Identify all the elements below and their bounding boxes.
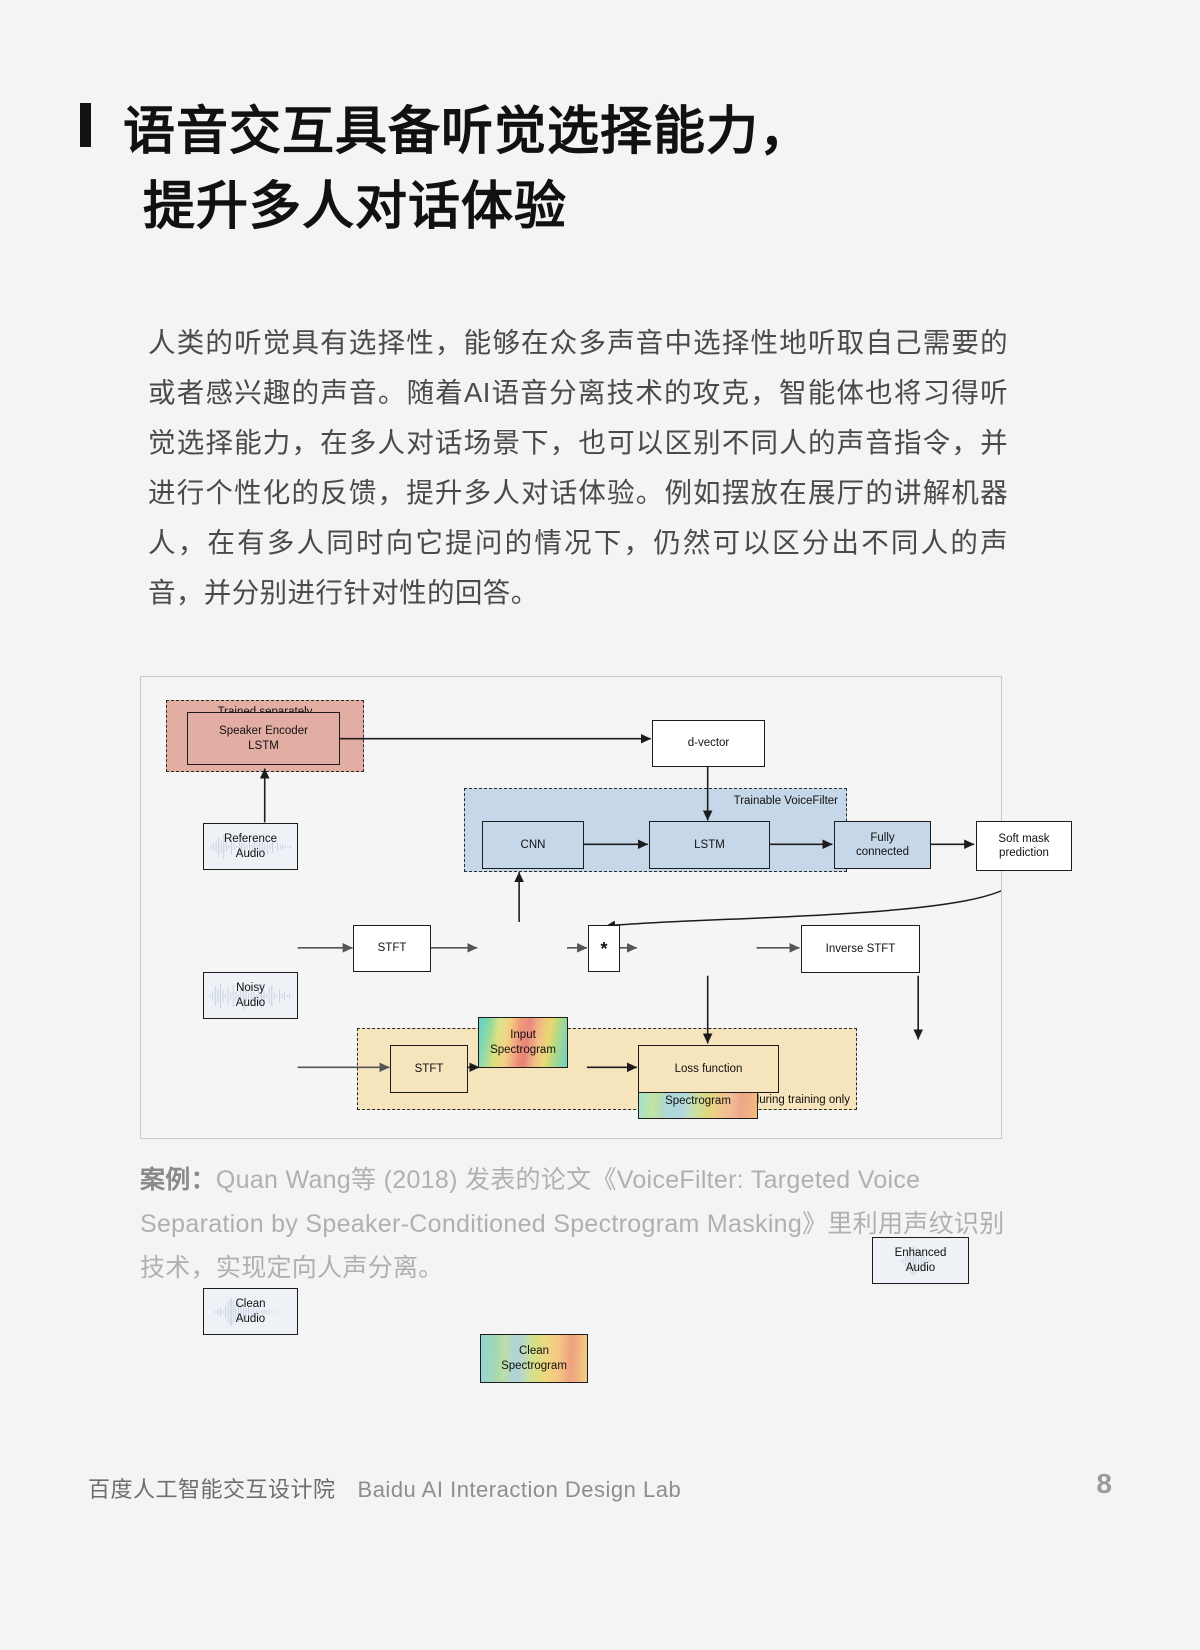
node-noisy-audio-label: Noisy Audio: [236, 981, 265, 1009]
footer-cn: 百度人工智能交互设计院: [88, 1477, 336, 1502]
enhanced-audio-line2: Audio: [905, 1261, 936, 1274]
node-d-vector[interactable]: d-vector: [652, 720, 765, 767]
reference-audio-line1: Reference: [223, 833, 278, 846]
node-soft-mask-prediction[interactable]: Soft mask prediction: [976, 821, 1072, 871]
node-reference-audio[interactable]: Reference Audio: [203, 823, 298, 870]
node-loss-function-label: Loss function: [674, 1062, 743, 1075]
node-cnn-label: CNN: [520, 838, 546, 851]
footer: 百度人工智能交互设计院 Baidu AI Interaction Design …: [88, 1472, 681, 1504]
node-fully-connected-label: Fully connected: [856, 831, 909, 859]
noisy-audio-line1: Noisy: [236, 982, 265, 995]
node-stft-bottom-label: STFT: [414, 1062, 444, 1075]
page-number: 8: [1096, 1468, 1112, 1499]
reference-audio-line2: Audio: [235, 847, 266, 860]
soft-mask-line2: prediction: [999, 847, 1049, 859]
soft-mask-line1: Soft mask: [998, 832, 1050, 845]
node-lstm[interactable]: LSTM: [649, 821, 770, 869]
node-enhanced-audio[interactable]: Enhanced Audio: [872, 1237, 969, 1284]
title-line-1-row: 语音交互具备听觉选择能力，: [80, 95, 1080, 170]
input-spectrogram-line1: Input: [510, 1029, 536, 1042]
footer-en: Baidu AI Interaction Design Lab: [357, 1477, 682, 1502]
node-cnn[interactable]: CNN: [482, 821, 584, 869]
input-spectrogram-line2: Spectrogram: [490, 1043, 556, 1056]
body-paragraph: 人类的听觉具有选择性，能够在众多声音中选择性地听取自己需要的或者感兴趣的声音。随…: [148, 327, 1008, 608]
node-clean-audio-label: Clean Audio: [235, 1297, 265, 1325]
node-enhanced-audio-label: Enhanced Audio: [895, 1246, 947, 1274]
masked-spectrogram-line2: Spectrogram: [665, 1094, 731, 1107]
clean-audio-line2: Audio: [235, 1312, 266, 1325]
clean-audio-line1: Clean: [235, 1298, 266, 1311]
caption-lead: 案例：: [140, 1166, 216, 1194]
speaker-encoder-line2: LSTM: [248, 739, 279, 752]
speaker-encoder-line1: Speaker Encoder: [219, 725, 308, 738]
fully-connected-line2: connected: [855, 846, 910, 858]
title-line-2: 提升多人对话体验: [143, 178, 568, 237]
clean-spectrogram-line2: Spectrogram: [501, 1359, 567, 1372]
title-line-1: 语音交互具备听觉选择能力，: [123, 103, 813, 161]
node-clean-spectrogram[interactable]: Clean Spectrogram: [480, 1334, 588, 1383]
node-inverse-stft[interactable]: Inverse STFT: [801, 925, 920, 973]
node-speaker-encoder-label: Speaker Encoder LSTM: [219, 724, 308, 752]
node-soft-mask-label: Soft mask prediction: [998, 832, 1049, 860]
node-multiply-label: *: [600, 938, 608, 959]
voicefilter-diagram: Trained separately Trainable VoiceFilter…: [140, 676, 1072, 1383]
node-d-vector-label: d-vector: [687, 737, 730, 750]
fully-connected-line1: Fully: [870, 831, 895, 844]
clean-spectrogram-line1: Clean: [518, 1345, 550, 1358]
node-reference-audio-label: Reference Audio: [224, 832, 277, 860]
noisy-audio-line2: Audio: [235, 996, 266, 1009]
region-trainable-voicefilter-label: Trainable VoiceFilter: [733, 795, 838, 807]
node-clean-spectrogram-label: Clean Spectrogram: [501, 1344, 567, 1372]
diagram-canvas: Trained separately Trainable VoiceFilter…: [141, 677, 1072, 1383]
page-title: 语音交互具备听觉选择能力， 提升多人对话体验: [80, 95, 1080, 246]
node-stft-top[interactable]: STFT: [353, 925, 431, 972]
title-accent-bar: [80, 103, 91, 147]
node-loss-function[interactable]: Loss function: [638, 1045, 779, 1093]
node-lstm-label: LSTM: [694, 838, 725, 851]
node-stft-top-label: STFT: [377, 942, 407, 955]
node-inverse-stft-label: Inverse STFT: [825, 942, 896, 955]
enhanced-audio-line1: Enhanced: [894, 1247, 947, 1260]
node-speaker-encoder-lstm[interactable]: Speaker Encoder LSTM: [187, 712, 340, 765]
node-input-spectrogram[interactable]: Input Spectrogram: [478, 1017, 568, 1068]
node-multiply[interactable]: *: [588, 925, 620, 972]
node-stft-bottom[interactable]: STFT: [390, 1045, 468, 1093]
document-page: 语音交互具备听觉选择能力， 提升多人对话体验 人类的听觉具有选择性，能够在众多声…: [0, 0, 1200, 1650]
node-input-spectrogram-label: Input Spectrogram: [490, 1028, 556, 1056]
node-noisy-audio[interactable]: Noisy Audio: [203, 972, 298, 1019]
node-fully-connected[interactable]: Fully connected: [834, 821, 931, 869]
node-clean-audio[interactable]: Clean Audio: [203, 1288, 298, 1335]
